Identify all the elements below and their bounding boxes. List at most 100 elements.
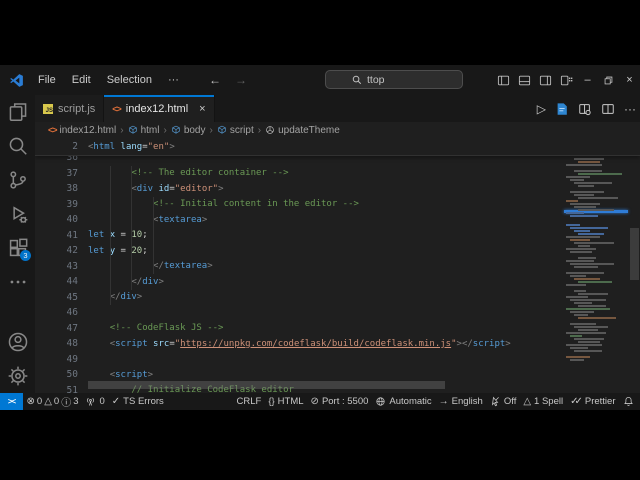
search-value: ttop <box>367 74 385 86</box>
search-icon <box>7 135 29 157</box>
status-eol-sequence[interactable]: CRLF <box>233 393 265 410</box>
circle-slash-icon: ⊘ <box>311 396 319 407</box>
activity-extensions[interactable]: 3 <box>0 231 35 265</box>
breadcrumb-updateTheme[interactable]: updateTheme <box>265 125 340 136</box>
status-ports-forwarded[interactable]: 0 <box>82 393 108 410</box>
warning-icon: △ <box>523 396 531 407</box>
breadcrumb-body[interactable]: body <box>171 125 206 136</box>
code-line-49[interactable]: 49 <box>35 352 595 368</box>
breadcrumb-html[interactable]: html <box>128 125 160 136</box>
code-line-39[interactable]: 39 <!-- Initial content in the editor --… <box>35 197 595 213</box>
html-file-icon: <> <box>48 125 57 135</box>
status-bar: >< ⊗0△0ⓘ30✓TS Errors CRLF{}HTML⊘Port : 55… <box>0 393 640 410</box>
vertical-scrollbar[interactable] <box>630 228 639 280</box>
layout-panel-icon[interactable] <box>514 65 535 95</box>
status-live-server-port[interactable]: ⊘Port : 5500 <box>307 393 372 410</box>
menu-moremoremore[interactable]: ··· <box>160 74 187 86</box>
go-forward-icon[interactable]: → <box>235 73 247 87</box>
settings-icon <box>7 365 29 387</box>
status-highlight-toggle[interactable]: Off <box>486 393 520 410</box>
open-preview-icon <box>578 102 592 116</box>
code-line-42[interactable]: 42let y = 20; <box>35 243 595 259</box>
status-notifications[interactable] <box>619 393 637 410</box>
code-line-48[interactable]: 48 <script src="https://unpkg.com/codefl… <box>35 336 595 352</box>
remote-icon: >< <box>8 397 15 406</box>
code-line-46[interactable]: 46 <box>35 305 595 321</box>
run-icon: ▷ <box>537 102 546 116</box>
status-bar-right: CRLF{}HTML⊘Port : 5500Automatic→EnglishO… <box>233 393 640 410</box>
close-window-button[interactable]: × <box>619 65 640 95</box>
live-server-icon <box>555 102 569 116</box>
menu-bar: FileEditSelection··· <box>30 65 187 95</box>
activity-settings[interactable] <box>0 359 35 393</box>
minimap[interactable] <box>566 140 627 372</box>
broadcast-icon <box>85 396 96 407</box>
menu-edit[interactable]: Edit <box>64 74 99 86</box>
code-line-38[interactable]: 38 <div id="editor"> <box>35 181 595 197</box>
code-line-47[interactable]: 47 <!-- CodeFlask JS --> <box>35 321 595 337</box>
source-control-icon <box>7 169 29 191</box>
breadcrumb: <>index12.html›html›body›script›updateTh… <box>35 122 640 138</box>
status-translate-target[interactable]: →English <box>435 393 486 410</box>
symbol-element-icon <box>171 125 181 135</box>
accounts-icon <box>7 331 29 353</box>
layout-sidebar-left-icon[interactable] <box>493 65 514 95</box>
extensions-badge: 3 <box>20 250 31 261</box>
minimize-button[interactable]: – <box>577 65 598 95</box>
command-center-search[interactable]: ttop <box>325 70 463 89</box>
customize-layout-icon[interactable] <box>556 65 577 95</box>
screenshot-stage: FileEditSelection··· ← → ttop – × <box>0 0 640 480</box>
code-line-40[interactable]: 40 <textarea> <box>35 212 595 228</box>
activity-accounts[interactable] <box>0 325 35 359</box>
tab-script.js[interactable]: JSscript.js <box>35 95 104 122</box>
search-icon <box>352 75 362 85</box>
breadcrumb-script[interactable]: script <box>217 125 254 136</box>
activity-explorer[interactable] <box>0 95 35 129</box>
close-tab-icon[interactable]: × <box>199 103 205 115</box>
action-live-server[interactable] <box>555 102 569 116</box>
html-file-icon: <> <box>112 104 121 114</box>
double-check-icon: ✓✓ <box>570 396 582 407</box>
code-line-44[interactable]: 44 </div> <box>35 274 595 290</box>
tabs: JSscript.js<>index12.html× <box>35 95 215 122</box>
layout-sidebar-right-icon[interactable] <box>535 65 556 95</box>
code-line-41[interactable]: 41let x = 10; <box>35 228 595 244</box>
breadcrumb-index12.html[interactable]: <>index12.html <box>48 125 116 136</box>
activity-more-actions-dots[interactable] <box>0 265 35 299</box>
vscode-window: FileEditSelection··· ← → ttop – × <box>0 65 640 410</box>
code-line-37[interactable]: 37 <!-- The editor container --> <box>35 166 595 182</box>
status-remote[interactable]: >< <box>0 393 23 410</box>
status-ts-errors[interactable]: ✓TS Errors <box>108 393 167 410</box>
action-split-editor[interactable] <box>601 102 615 116</box>
action-run[interactable]: ▷ <box>537 102 546 116</box>
status-prettier[interactable]: ✓✓Prettier <box>567 393 619 410</box>
code-editor[interactable]: 3637 <!-- The editor container -->38 <di… <box>35 138 640 393</box>
code-line-43[interactable]: 43 </textarea> <box>35 259 595 275</box>
sticky-scroll-line[interactable]: 2<html lang="en"> <box>35 138 640 156</box>
code-line-45[interactable]: 45 </div> <box>35 290 595 306</box>
status-translate-source[interactable]: Automatic <box>372 393 435 410</box>
split-editor-icon <box>601 102 615 116</box>
status-language-mode[interactable]: {}HTML <box>265 393 307 410</box>
action-open-preview[interactable] <box>578 102 592 116</box>
activity-source-control[interactable] <box>0 163 35 197</box>
status-problems[interactable]: ⊗0△0ⓘ3 <box>23 393 82 410</box>
symbol-method-icon <box>265 125 275 135</box>
go-back-icon[interactable]: ← <box>209 73 221 87</box>
menu-selection[interactable]: Selection <box>99 74 160 86</box>
horizontal-scrollbar[interactable] <box>88 381 445 389</box>
warning-icon: △ <box>44 396 52 407</box>
activity-search[interactable] <box>0 129 35 163</box>
check-icon: ✓ <box>112 396 120 407</box>
activity-run-and-debug[interactable] <box>0 197 35 231</box>
status-bar-left: >< ⊗0△0ⓘ30✓TS Errors <box>0 393 167 410</box>
restore-button[interactable] <box>598 65 619 95</box>
history-nav: ← → <box>209 73 247 87</box>
activity-bar: 3 <box>0 95 35 393</box>
vscode-logo-icon <box>8 72 24 88</box>
indent-guide <box>131 166 132 290</box>
action-more-actions[interactable]: ··· <box>624 102 636 116</box>
tab-index12.html[interactable]: <>index12.html× <box>104 95 214 122</box>
menu-file[interactable]: File <box>30 74 64 86</box>
status-spell-checker[interactable]: △1 Spell <box>520 393 567 410</box>
